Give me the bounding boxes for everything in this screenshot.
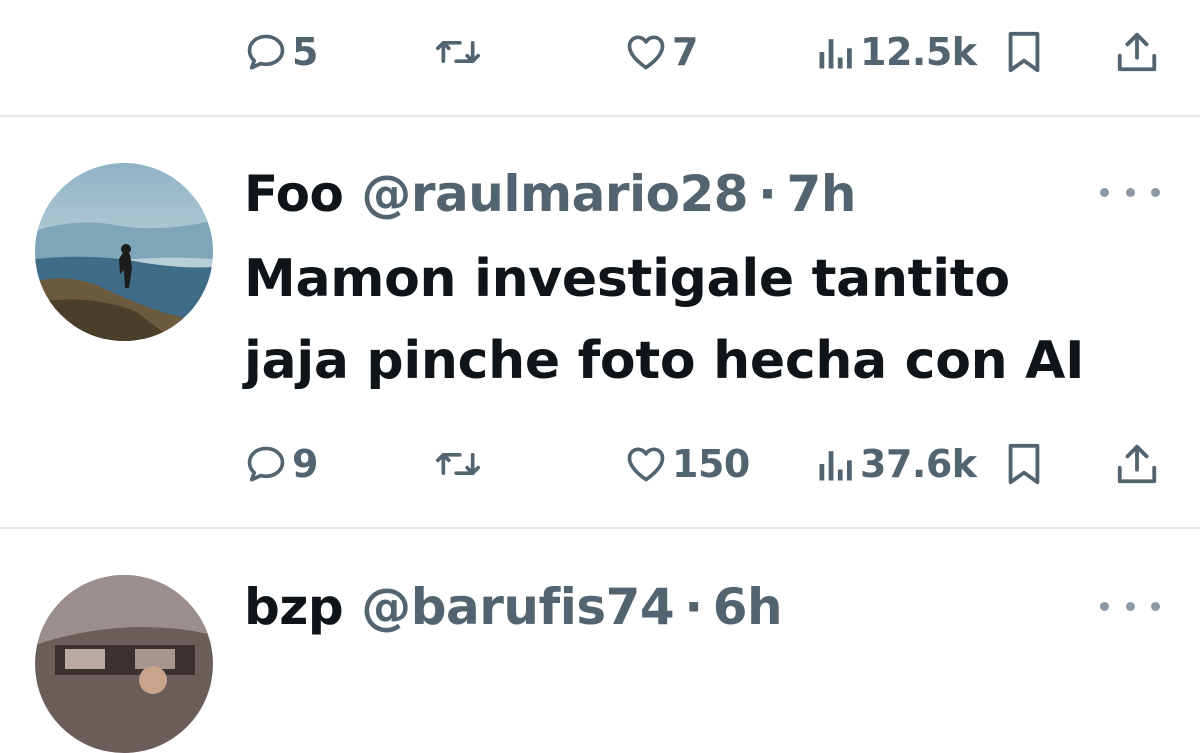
comment-bubble-icon <box>247 446 285 482</box>
like-button[interactable]: 7 <box>624 22 698 82</box>
more-dots-icon <box>1125 601 1135 611</box>
tweet-text: Mamon investigale tantito jaja pinche fo… <box>244 238 1174 402</box>
more-options-button[interactable] <box>1100 180 1160 204</box>
bar-chart-icon <box>819 39 852 69</box>
more-dots-icon <box>1151 187 1160 197</box>
like-button[interactable]: 150 <box>624 434 750 494</box>
heart-icon <box>627 35 665 70</box>
retweet-button[interactable] <box>432 434 488 494</box>
tweet-divider <box>0 527 1200 529</box>
reply-button[interactable]: 5 <box>244 22 318 82</box>
reply-button[interactable]: 9 <box>244 434 318 494</box>
author-handle[interactable]: @raulmario28 <box>361 165 748 223</box>
bookmark-icon <box>1008 31 1040 73</box>
retweet-button[interactable] <box>432 22 488 82</box>
reply-count: 9 <box>292 442 318 486</box>
avatar[interactable] <box>35 163 213 341</box>
timestamp[interactable]: 7h <box>787 165 857 223</box>
avatar[interactable] <box>35 575 213 753</box>
author-name[interactable]: Foo <box>244 165 344 223</box>
bookmark-button[interactable] <box>1004 434 1044 494</box>
share-button[interactable] <box>1114 434 1160 494</box>
like-count: 7 <box>672 30 698 74</box>
bookmark-icon <box>1008 443 1040 485</box>
view-count: 37.6k <box>860 442 977 486</box>
heart-icon <box>627 447 665 482</box>
more-dots-icon <box>1100 187 1109 197</box>
avatar-photo <box>35 163 213 341</box>
view-count: 12.5k <box>860 30 977 74</box>
tweet-divider <box>0 115 1200 117</box>
share-upload-icon <box>1117 444 1157 484</box>
more-options-button[interactable] <box>1100 594 1160 618</box>
more-dots-icon <box>1151 601 1160 611</box>
views-button[interactable]: 12.5k <box>816 22 977 82</box>
author-handle[interactable]: @barufis74 <box>361 578 675 636</box>
retweet-icon <box>436 40 480 63</box>
tweet-text-line: jaja pinche foto hecha con AI <box>244 331 1085 391</box>
bar-chart-icon <box>819 451 852 481</box>
tweet-header: Foo @raulmario28 · 7h <box>244 165 856 223</box>
tweet-text-line: Mamon investigale tantito <box>244 249 1010 309</box>
more-dots-icon <box>1125 187 1135 197</box>
tweet-header: bzp @barufis74 · 6h <box>244 578 783 636</box>
like-count: 150 <box>672 442 750 486</box>
avatar-photo <box>35 575 213 753</box>
tweet-actions: 9 150 37.6k <box>0 434 1200 494</box>
retweet-icon <box>436 453 480 475</box>
separator-dot: · <box>758 165 777 223</box>
tweet-actions: 5 7 12.5k <box>0 22 1200 82</box>
comment-bubble-icon <box>247 34 285 70</box>
reply-count: 5 <box>292 30 318 74</box>
share-upload-icon <box>1117 32 1157 72</box>
bookmark-button[interactable] <box>1004 22 1044 82</box>
share-button[interactable] <box>1114 22 1160 82</box>
separator-dot: · <box>684 578 703 636</box>
more-dots-icon <box>1100 601 1109 611</box>
author-name[interactable]: bzp <box>244 578 344 636</box>
timestamp[interactable]: 6h <box>713 578 783 636</box>
views-button[interactable]: 37.6k <box>816 434 977 494</box>
